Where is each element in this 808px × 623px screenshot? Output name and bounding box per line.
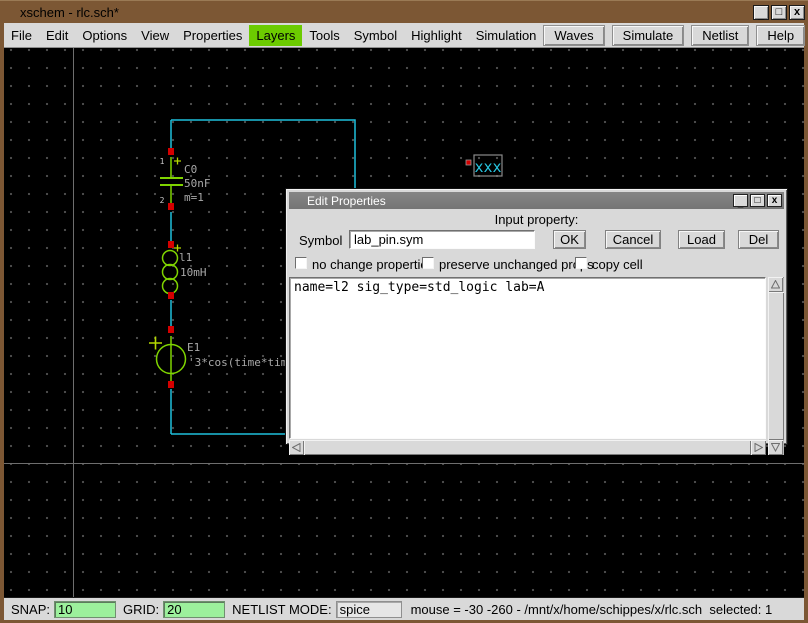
dialog-titlebar[interactable]: Edit Properties _ □ x — [289, 192, 784, 209]
help-button[interactable]: Help — [756, 25, 805, 46]
simulate-button[interactable]: Simulate — [612, 25, 685, 46]
net-label-text: xxx — [474, 158, 501, 176]
menubar: File Edit Options View Properties Layers… — [4, 23, 804, 48]
menu-simulation[interactable]: Simulation — [469, 25, 544, 46]
no-change-properties-checkbox[interactable] — [295, 257, 307, 269]
cancel-button[interactable]: Cancel — [605, 230, 661, 249]
copy-cell-checkbox[interactable] — [575, 257, 587, 269]
waves-button[interactable]: Waves — [543, 25, 604, 46]
dialog-minimize-icon[interactable]: _ — [733, 194, 748, 207]
input-property-label: Input property: — [289, 212, 784, 227]
menu-file[interactable]: File — [4, 25, 39, 46]
netlist-mode-label: NETLIST MODE: — [232, 602, 331, 617]
statusbar: SNAP: GRID: NETLIST MODE: mouse = -30 -2… — [4, 597, 804, 620]
vertical-scroll-thumb[interactable] — [768, 292, 784, 440]
component-name: E1 — [187, 341, 200, 354]
dialog-title: Edit Properties — [307, 194, 733, 208]
load-button[interactable]: Load — [678, 230, 725, 249]
property-text-block: name=l2 sig_type=std_logic lab=A — [289, 277, 784, 455]
property-textarea[interactable]: name=l2 sig_type=std_logic lab=A — [289, 277, 766, 439]
menu-edit[interactable]: Edit — [39, 25, 75, 46]
component-value: 50nF — [184, 177, 211, 190]
window-title: xschem - rlc.sch* — [20, 5, 753, 20]
plus-marker-icon — [149, 337, 162, 350]
capacitor-c0[interactable]: 1 2 C0 50nF m=1 — [160, 157, 211, 206]
window-controls: _ □ x — [753, 5, 805, 20]
checkbox-label: no change properties — [312, 257, 434, 272]
ok-button[interactable]: OK — [553, 230, 586, 249]
component-name: l1 — [179, 251, 192, 264]
pin-number: 1 — [160, 157, 165, 166]
menu-tools[interactable]: Tools — [302, 25, 346, 46]
snap-label: SNAP: — [11, 602, 50, 617]
pin-number: 2 — [160, 196, 165, 205]
net-label-xxx[interactable]: xxx — [466, 155, 502, 176]
component-attr: m=1 — [184, 191, 204, 204]
menu-highlight[interactable]: Highlight — [404, 25, 469, 46]
dialog-close-icon[interactable]: x — [767, 194, 782, 207]
menu-view[interactable]: View — [134, 25, 176, 46]
window-titlebar[interactable]: xschem - rlc.sch* _ □ x — [0, 0, 808, 23]
dialog-maximize-icon[interactable]: □ — [750, 194, 765, 207]
xschem-window: xschem - rlc.sch* _ □ x File Edit Option… — [0, 0, 808, 623]
menu-layers[interactable]: Layers — [249, 25, 302, 46]
checkbox-label: copy cell — [592, 257, 643, 272]
component-value: 10mH — [180, 266, 207, 279]
grid-label: GRID: — [123, 602, 159, 617]
grid-input[interactable] — [163, 601, 225, 618]
edit-properties-dialog: Edit Properties _ □ x Input property: Sy… — [286, 189, 787, 444]
minimize-icon[interactable]: _ — [753, 5, 769, 20]
del-button[interactable]: Del — [738, 230, 779, 249]
netlist-mode-input[interactable] — [336, 601, 402, 618]
horizontal-scroll-thumb[interactable] — [304, 440, 751, 455]
inductor-l1[interactable]: l1 10mH — [163, 245, 207, 294]
horizontal-scrollbar[interactable] — [289, 440, 766, 455]
mouse-status-text: mouse = -30 -260 - /mnt/x/home/schippes/… — [411, 602, 773, 617]
scroll-up-icon[interactable] — [768, 277, 783, 292]
menu-properties[interactable]: Properties — [176, 25, 249, 46]
maximize-icon[interactable]: □ — [771, 5, 787, 20]
vertical-scrollbar[interactable] — [768, 277, 784, 455]
checkbox-label: preserve unchanged props — [439, 257, 594, 272]
netlist-button[interactable]: Netlist — [691, 25, 749, 46]
menu-symbol[interactable]: Symbol — [347, 25, 404, 46]
component-name: C0 — [184, 163, 197, 176]
menu-options[interactable]: Options — [75, 25, 134, 46]
plus-marker-icon — [174, 158, 181, 165]
symbol-row: Symbol OK Cancel Load Del — [289, 230, 784, 250]
scroll-down-icon[interactable] — [768, 440, 783, 455]
snap-input[interactable] — [54, 601, 116, 618]
preserve-unchanged-props-checkbox[interactable] — [422, 257, 434, 269]
close-icon[interactable]: x — [789, 5, 805, 20]
scroll-left-icon[interactable] — [289, 440, 304, 455]
symbol-input[interactable] — [349, 230, 535, 249]
checkbox-row: no change properties preserve unchanged … — [289, 256, 784, 272]
scroll-right-icon[interactable] — [751, 440, 766, 455]
symbol-label: Symbol — [299, 233, 342, 248]
